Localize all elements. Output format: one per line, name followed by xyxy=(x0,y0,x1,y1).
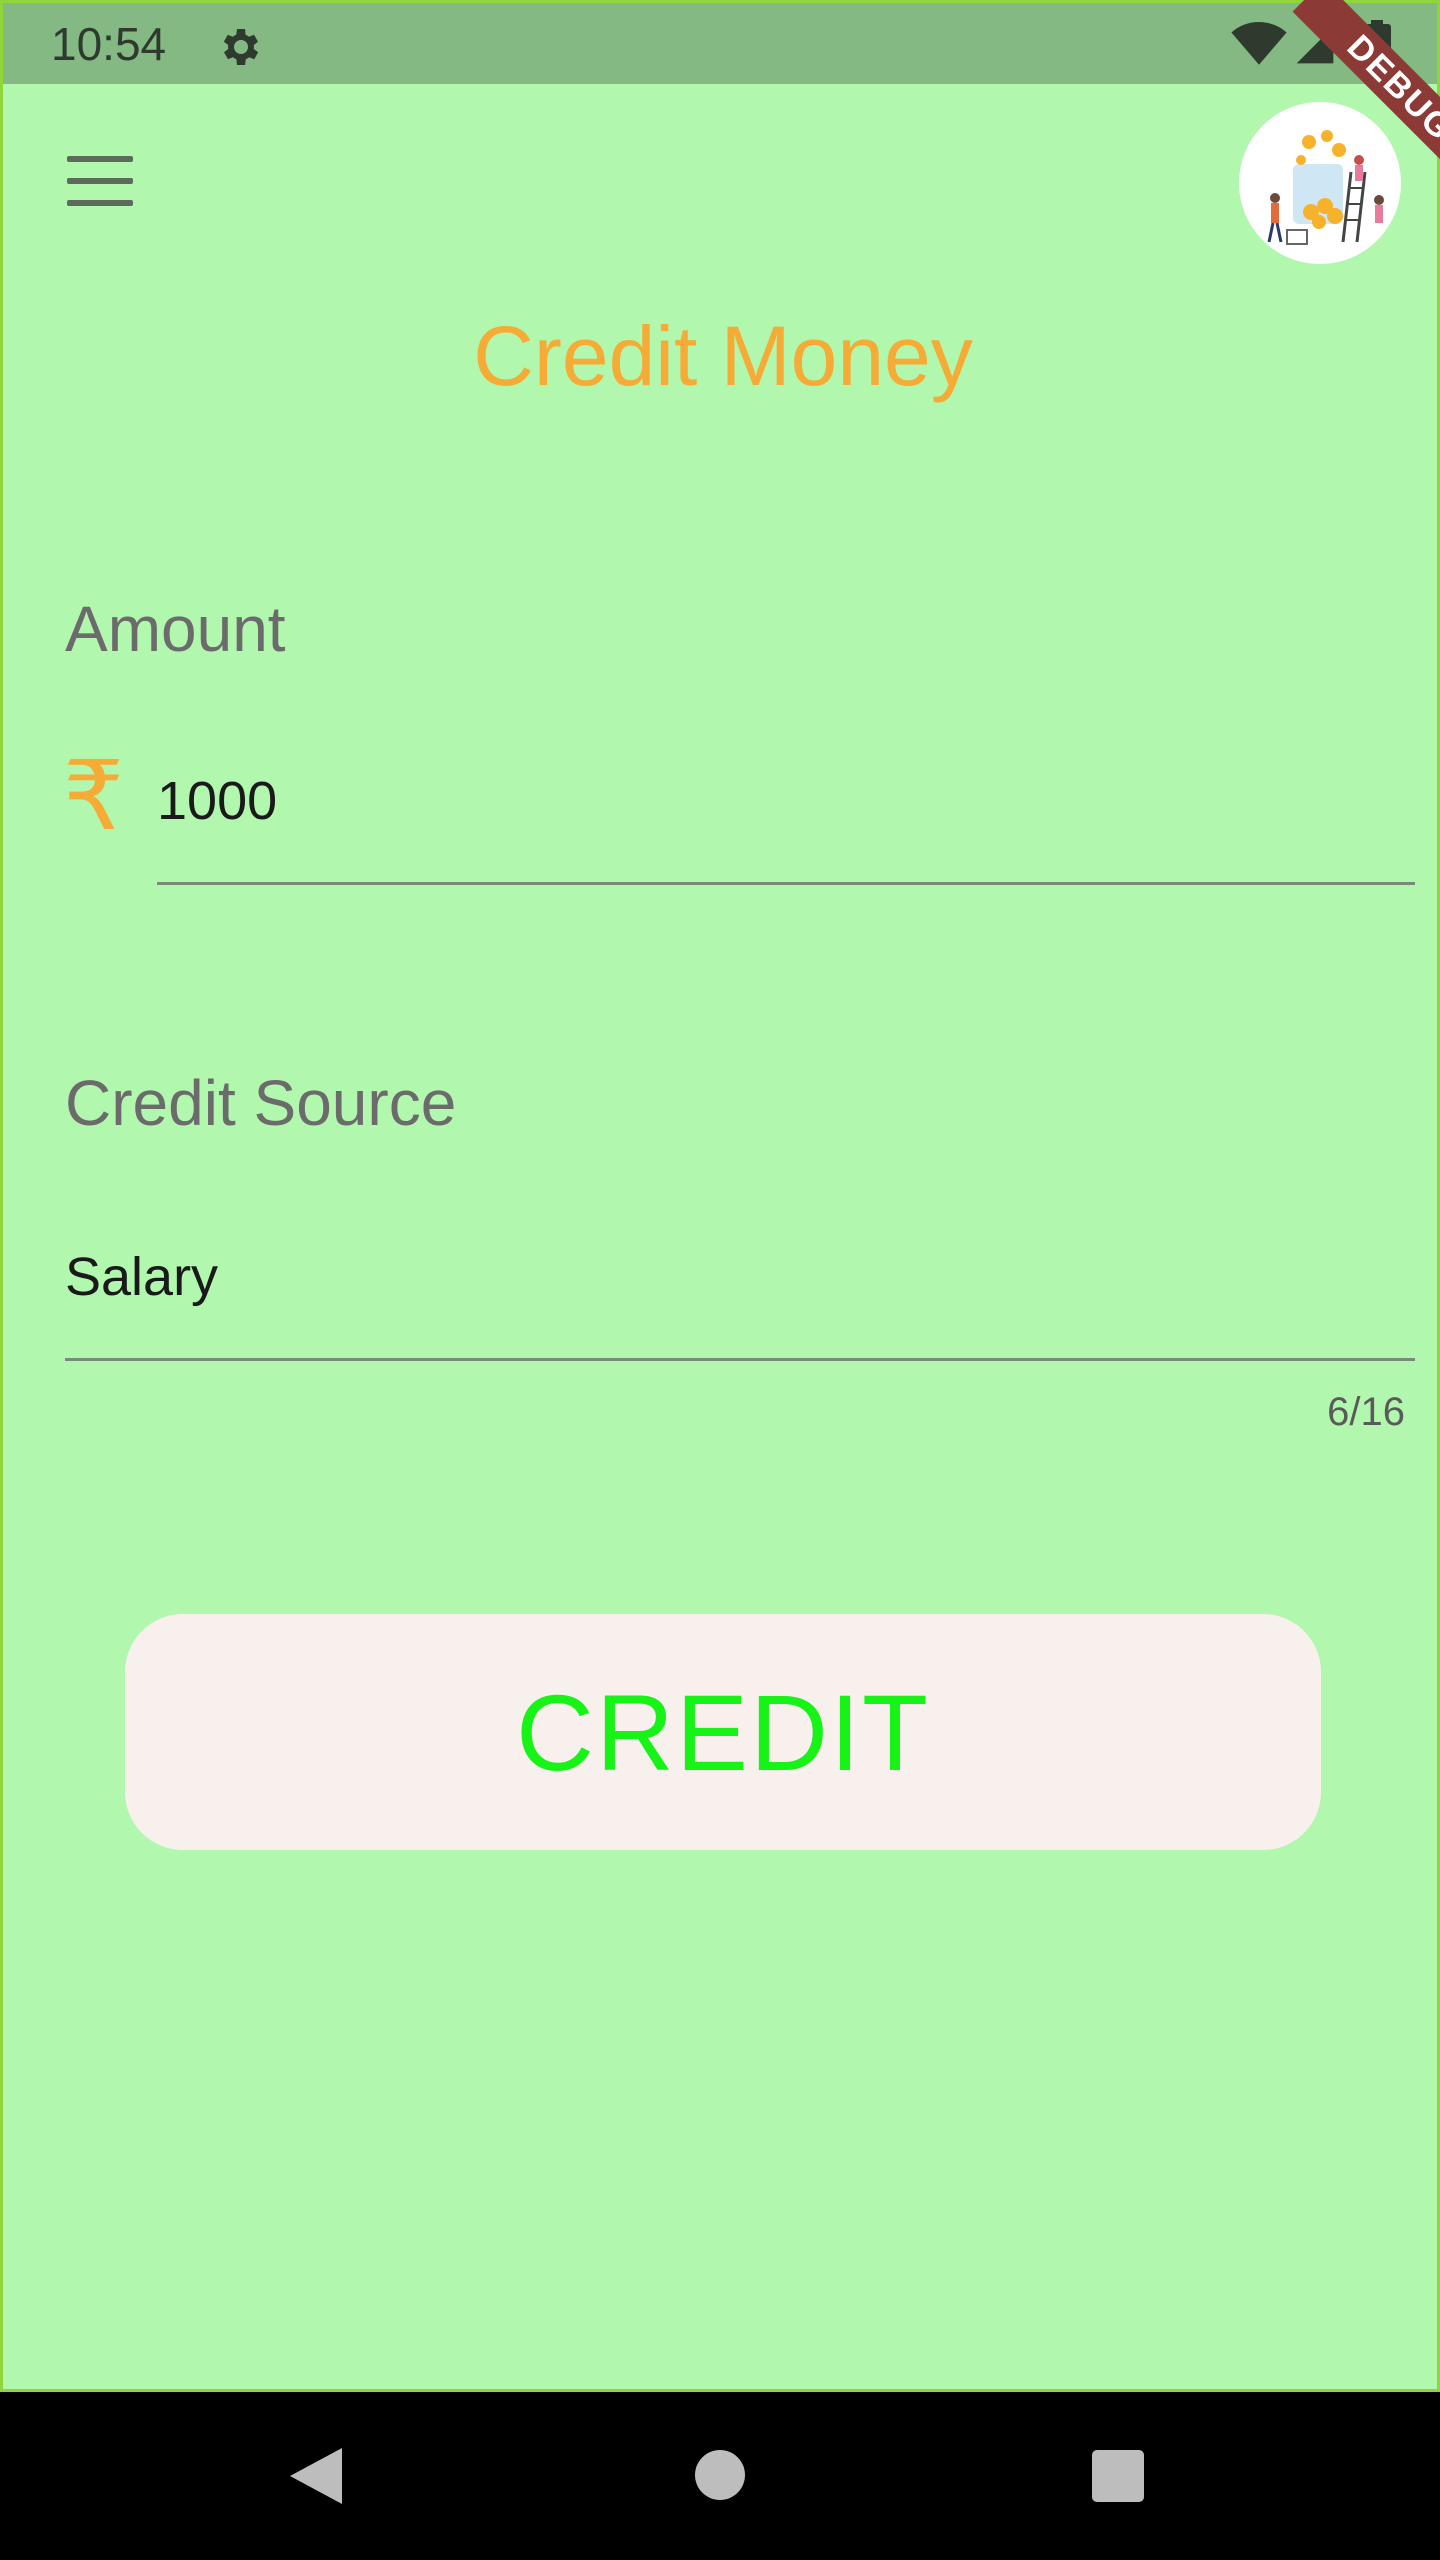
page-title: Credit Money xyxy=(473,309,973,403)
credit-source-label: Credit Source xyxy=(65,1067,457,1139)
debug-banner: DEBUG xyxy=(1230,0,1440,210)
menu-icon[interactable] xyxy=(67,156,133,206)
status-time: 10:54 xyxy=(51,18,167,70)
recent-apps-icon[interactable] xyxy=(1092,2450,1144,2502)
credit-source-input[interactable]: Salary xyxy=(65,1246,218,1308)
amount-input[interactable]: 1000 xyxy=(157,770,277,832)
credit-button[interactable]: CREDIT xyxy=(125,1614,1321,1850)
credit-source-underline xyxy=(65,1358,1415,1361)
status-bar: 10:54 xyxy=(0,0,1440,84)
amount-underline xyxy=(157,882,1415,885)
back-icon[interactable] xyxy=(286,2444,346,2508)
rupee-icon: ₹ xyxy=(63,740,125,852)
character-counter: 6/16 xyxy=(1327,1390,1405,1434)
gear-icon xyxy=(223,29,259,65)
app-screen: Credit Money Amount ₹ 1000 Credit Source… xyxy=(0,0,1440,2392)
debug-banner-label: DEBUG xyxy=(1292,0,1440,196)
amount-label: Amount xyxy=(65,593,286,665)
home-icon[interactable] xyxy=(695,2450,745,2500)
